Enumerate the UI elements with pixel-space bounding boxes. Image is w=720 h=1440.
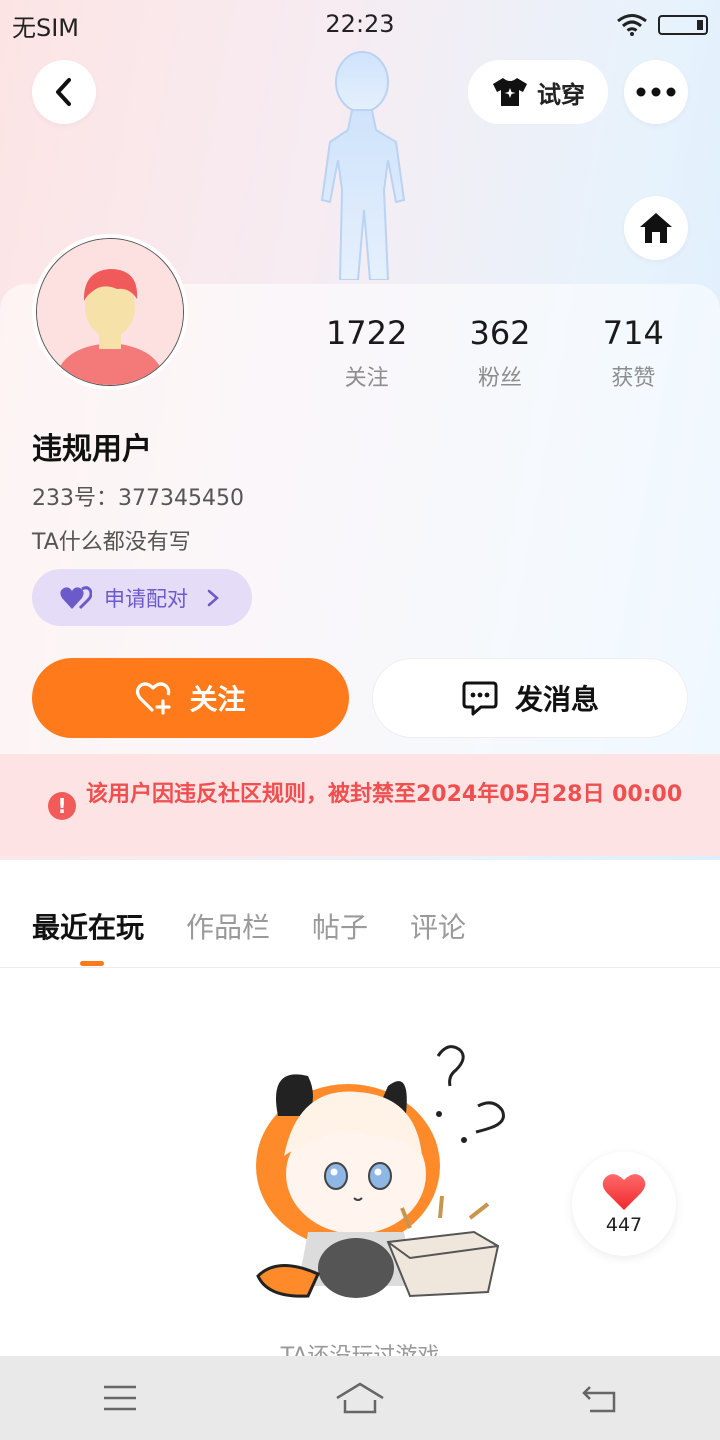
follow-button[interactable]: 关注 <box>32 658 349 738</box>
try-on-label: 试穿 <box>537 80 585 109</box>
like-button[interactable]: 447 <box>572 1152 676 1256</box>
stat-likes[interactable]: 714 获赞 <box>567 314 700 392</box>
heart-plus-icon <box>136 682 172 715</box>
user-bio: TA什么都没有写 <box>32 530 191 555</box>
home-button[interactable] <box>624 196 688 260</box>
clock: 22:23 <box>325 10 395 38</box>
tab-posts[interactable]: 帖子 <box>312 906 368 946</box>
request-pair-button[interactable]: 申请配对 <box>32 569 252 626</box>
ban-notice: ! 该用户因违反社区规则，被封禁至2024年05月28日 00:00 <box>0 754 720 856</box>
heart-icon <box>602 1174 646 1210</box>
more-dots-icon <box>636 87 676 97</box>
stat-following[interactable]: 1722 关注 <box>300 314 433 392</box>
stat-label: 粉丝 <box>477 366 522 391</box>
empty-state-text: TA还没玩过游戏 <box>280 1344 440 1358</box>
menu-icon <box>104 1385 136 1411</box>
double-heart-icon <box>60 585 92 609</box>
tab-divider <box>0 967 720 968</box>
battery-icon <box>658 15 708 35</box>
more-button[interactable] <box>624 60 688 124</box>
exclamation-icon: ! <box>48 792 76 820</box>
tab-bar: 最近在玩 作品栏 帖子 评论 <box>32 906 466 946</box>
chevron-right-icon <box>207 589 219 606</box>
try-on-button[interactable]: 试穿 <box>468 60 608 124</box>
nav-menu-button[interactable] <box>80 1368 160 1428</box>
stat-value: 1722 <box>325 314 408 352</box>
back-button[interactable] <box>32 60 96 124</box>
content-panel: 最近在玩 作品栏 帖子 评论 TA还没玩过游戏 <box>0 878 720 1358</box>
ban-notice-text: 该用户因违反社区规则，被封禁至2024年05月28日 00:00 <box>86 782 683 807</box>
empty-state-illustration <box>256 1045 505 1298</box>
avatar[interactable] <box>32 234 188 390</box>
tab-works[interactable]: 作品栏 <box>186 906 270 946</box>
user-id-value: 377345450 <box>118 486 244 511</box>
send-message-button[interactable]: 发消息 <box>372 658 688 738</box>
tab-recently-played[interactable]: 最近在玩 <box>32 906 144 946</box>
stat-value: 714 <box>602 314 664 352</box>
user-id-label: 233号： <box>32 486 118 511</box>
username: 违规用户 <box>32 432 152 467</box>
avatar-image <box>36 238 184 386</box>
stat-label: 关注 <box>344 366 389 391</box>
system-navigation-bar <box>0 1356 720 1440</box>
chat-bubble-icon <box>462 681 498 716</box>
follow-label: 关注 <box>189 683 246 716</box>
tab-indicator <box>80 961 104 966</box>
chevron-left-icon <box>56 78 71 106</box>
status-bar: 无SIM 22:23 <box>0 0 720 50</box>
tab-comments[interactable]: 评论 <box>410 906 466 946</box>
back-arrow-icon <box>582 1386 616 1413</box>
home-icon <box>640 213 672 243</box>
tshirt-icon <box>493 78 527 106</box>
stats-row: 1722 关注 362 粉丝 714 获赞 <box>300 314 700 392</box>
nav-home-button[interactable] <box>320 1368 400 1428</box>
request-pair-label: 申请配对 <box>104 586 188 611</box>
stat-label: 获赞 <box>611 366 656 391</box>
stat-followers[interactable]: 362 粉丝 <box>433 314 566 392</box>
avatar-3d-figure <box>320 51 406 280</box>
user-id: 233号：377345450 <box>32 480 244 512</box>
default-avatar-icon <box>37 239 183 385</box>
nav-home-icon <box>336 1382 384 1414</box>
like-count: 447 <box>605 1214 643 1236</box>
stat-value: 362 <box>469 314 531 352</box>
nav-back-button[interactable] <box>560 1368 640 1428</box>
send-message-label: 发消息 <box>514 683 599 716</box>
